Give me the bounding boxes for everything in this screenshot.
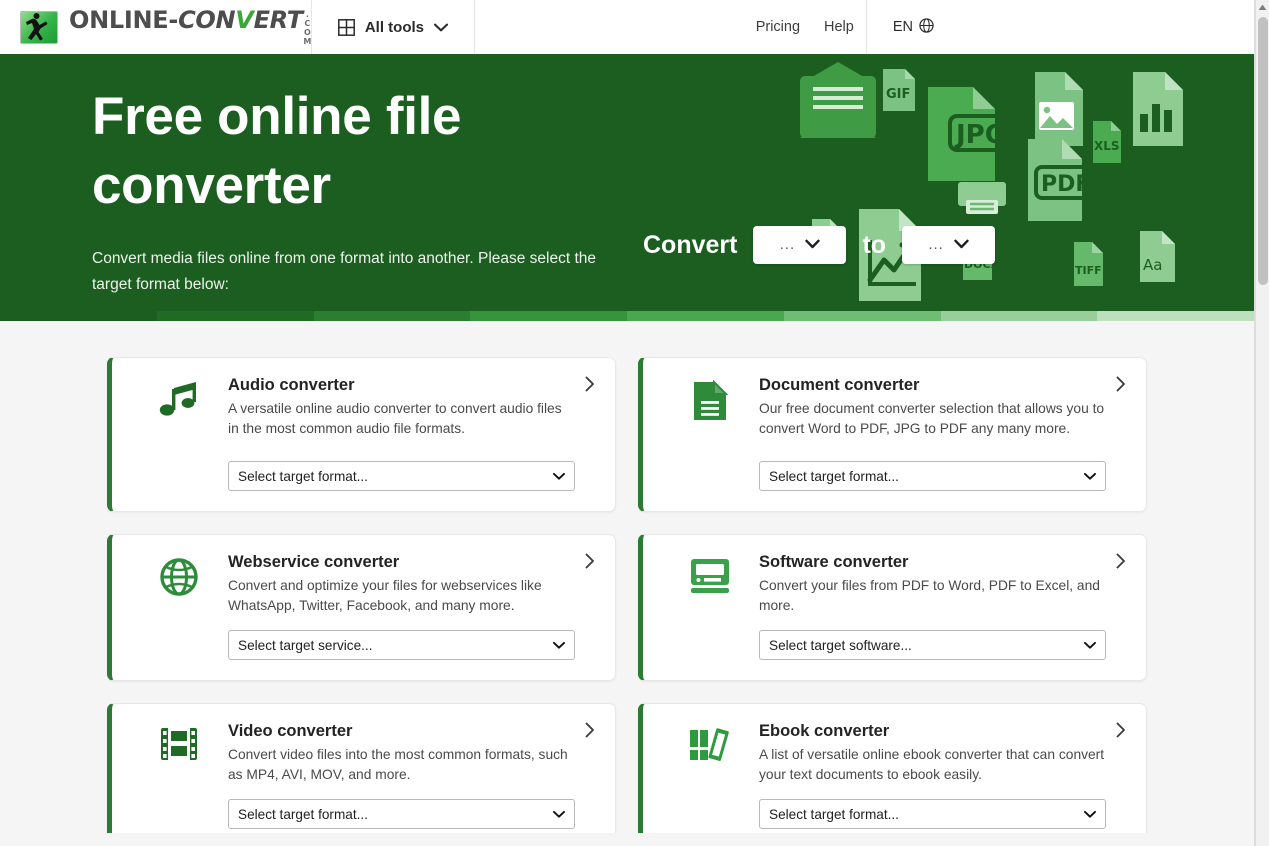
document-target-format-select[interactable]: Select target format... xyxy=(759,461,1106,491)
all-tools-label: All tools xyxy=(365,19,424,36)
books-icon xyxy=(687,722,733,785)
select-value: Select target software... xyxy=(769,638,912,653)
stripe-segment-1 xyxy=(0,311,157,321)
card-title: Video converter xyxy=(228,722,575,741)
stripe-segment-5 xyxy=(627,311,784,321)
globe-icon xyxy=(919,18,934,37)
chevron-down-icon xyxy=(434,23,448,32)
card-ebook-converter[interactable]: Ebook converter A list of versatile onli… xyxy=(638,703,1147,833)
logo-wordmark: ONLINE-CONVERT.COM xyxy=(69,8,311,46)
webservice-target-service-select[interactable]: Select target service... xyxy=(228,630,575,660)
chevron-down-icon xyxy=(1084,807,1096,822)
page-scrollbar[interactable] xyxy=(1255,0,1269,846)
card-title: Ebook converter xyxy=(759,722,1106,741)
convert-from-value: ... xyxy=(780,241,796,249)
video-target-format-select[interactable]: Select target format... xyxy=(228,799,575,829)
nav-link-pricing[interactable]: Pricing xyxy=(744,19,812,35)
online-convert-logo-icon xyxy=(20,11,58,44)
nav-right-group: Pricing Help EN xyxy=(744,0,1254,54)
chevron-right-icon[interactable] xyxy=(585,722,595,743)
convert-to-value: ... xyxy=(928,241,944,249)
card-description: A versatile online audio converter to co… xyxy=(228,399,575,439)
convert-to-select[interactable]: ... xyxy=(902,226,995,264)
all-tools-menu[interactable]: All tools xyxy=(312,0,474,54)
chevron-right-icon[interactable] xyxy=(1116,553,1126,574)
convert-from-select[interactable]: ... xyxy=(753,226,846,264)
chevron-right-icon[interactable] xyxy=(585,553,595,574)
converter-cards-section: Audio converter A versatile online audio… xyxy=(0,321,1254,833)
select-value: Select target format... xyxy=(238,807,368,822)
select-value: Select target format... xyxy=(769,469,899,484)
card-description: Convert and optimize your files for webs… xyxy=(228,576,575,616)
logo-domain-suffix: .COM xyxy=(304,10,311,46)
convert-to-label: to xyxy=(862,231,886,260)
card-video-converter[interactable]: Video converter Convert video files into… xyxy=(107,703,616,833)
nav-empty-space xyxy=(954,0,1254,54)
stripe-segment-6 xyxy=(784,311,941,321)
document-icon xyxy=(687,376,733,439)
scrollbar-thumb[interactable] xyxy=(1258,17,1268,285)
select-value: Select target service... xyxy=(238,638,372,653)
hero-gradient-stripe xyxy=(0,311,1254,321)
hero-subtitle: Convert media files online from one form… xyxy=(92,246,612,298)
scroll-up-arrow-icon[interactable] xyxy=(1256,0,1269,14)
stripe-segment-3 xyxy=(314,311,471,321)
card-webservice-converter[interactable]: Webservice converter Convert and optimiz… xyxy=(107,534,616,681)
converter-cards-grid: Audio converter A versatile online audio… xyxy=(107,357,1147,833)
nav-link-help[interactable]: Help xyxy=(812,19,866,35)
chevron-down-icon xyxy=(805,236,820,254)
card-title: Software converter xyxy=(759,553,1106,572)
logo-word-dash: - xyxy=(168,8,178,32)
site-logo[interactable]: ONLINE-CONVERT.COM xyxy=(0,0,311,54)
logo-word-v: V xyxy=(235,8,253,32)
chevron-down-icon xyxy=(1084,469,1096,484)
chevron-down-icon xyxy=(1084,638,1096,653)
software-target-select[interactable]: Select target software... xyxy=(759,630,1106,660)
ebook-target-format-select[interactable]: Select target format... xyxy=(759,799,1106,829)
select-value: Select target format... xyxy=(238,469,368,484)
chevron-right-icon[interactable] xyxy=(1116,722,1126,743)
chevron-right-icon[interactable] xyxy=(1116,376,1126,397)
hero-convert-widget: Convert ... to ... xyxy=(643,226,995,264)
globe-icon xyxy=(156,553,202,616)
audio-target-format-select[interactable]: Select target format... xyxy=(228,461,575,491)
language-label: EN xyxy=(893,19,913,35)
music-note-icon xyxy=(156,376,202,439)
card-description: Convert video files into the most common… xyxy=(228,745,575,785)
select-value: Select target format... xyxy=(769,807,899,822)
card-title: Webservice converter xyxy=(228,553,575,572)
chevron-down-icon xyxy=(954,236,969,254)
card-audio-converter[interactable]: Audio converter A versatile online audio… xyxy=(107,357,616,512)
chevron-right-icon[interactable] xyxy=(585,376,595,397)
card-description: Convert your files from PDF to Word, PDF… xyxy=(759,576,1106,616)
logo-word-online: ONLINE xyxy=(69,8,168,32)
nav-divider-right xyxy=(474,0,475,54)
card-description: Our free document converter selection th… xyxy=(759,399,1106,439)
stripe-segment-4 xyxy=(470,311,627,321)
page-viewport: ONLINE-CONVERT.COM All tools Pricing xyxy=(0,0,1255,846)
page-title: Free online file converter xyxy=(92,82,562,220)
card-title: Document converter xyxy=(759,376,1106,395)
top-navigation-bar: ONLINE-CONVERT.COM All tools Pricing xyxy=(0,0,1254,54)
monitor-icon xyxy=(687,553,733,616)
chevron-down-icon xyxy=(553,807,565,822)
card-document-converter[interactable]: Document converter Our free document con… xyxy=(638,357,1147,512)
stripe-segment-2 xyxy=(157,311,314,321)
convert-label: Convert xyxy=(643,231,737,260)
logo-word-con: CON xyxy=(178,8,235,32)
film-strip-icon xyxy=(156,722,202,785)
chevron-down-icon xyxy=(553,469,565,484)
card-title: Audio converter xyxy=(228,376,575,395)
chevron-down-icon xyxy=(553,638,565,653)
logo-word-ert: ERT xyxy=(254,8,303,32)
stripe-segment-8 xyxy=(1097,311,1254,321)
card-software-converter[interactable]: Software converter Convert your files fr… xyxy=(638,534,1147,681)
grid-icon xyxy=(338,19,355,36)
hero-text-block: Free online file converter Convert media… xyxy=(0,54,1254,298)
stripe-segment-7 xyxy=(941,311,1098,321)
language-selector[interactable]: EN xyxy=(867,0,954,54)
hero-banner: GIF JPG XLS xyxy=(0,54,1254,321)
card-description: A list of versatile online ebook convert… xyxy=(759,745,1106,785)
